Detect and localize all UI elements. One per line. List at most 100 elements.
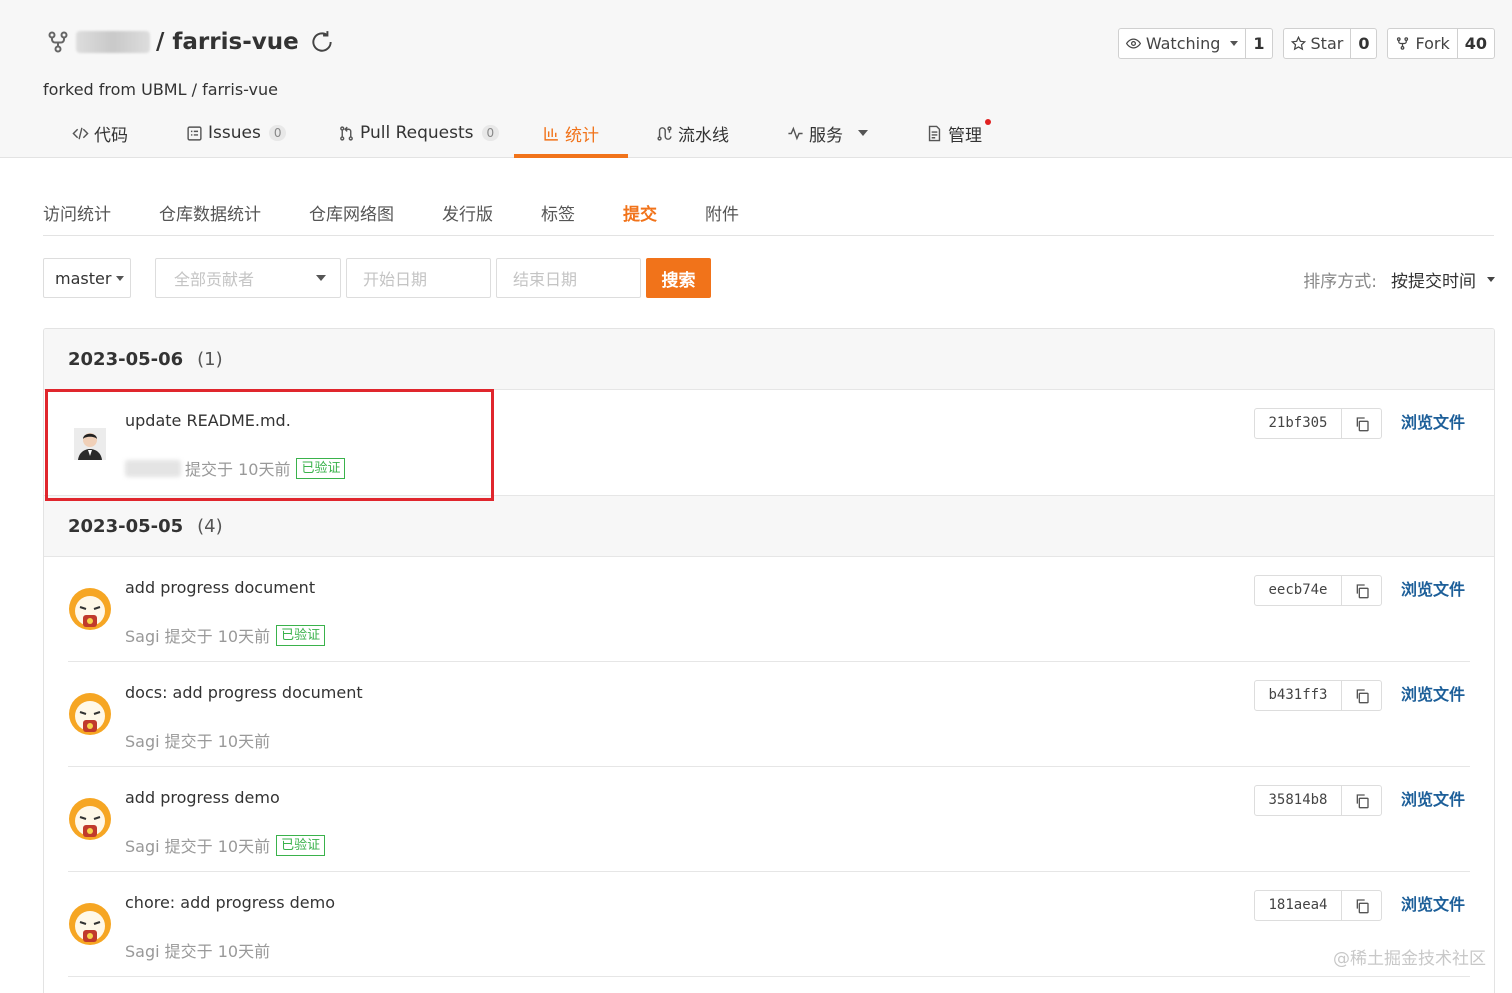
sha-box: 21bf305 <box>1254 408 1382 439</box>
star-count[interactable]: 0 <box>1350 29 1376 58</box>
search-button[interactable]: 搜索 <box>646 258 711 298</box>
watermark: @稀土掘金技术社区 <box>1333 949 1486 969</box>
chevron-down-icon <box>858 130 868 136</box>
browse-files-link[interactable]: 浏览文件 <box>1401 576 1465 600</box>
chevron-down-icon <box>316 275 326 281</box>
repo-title-line: / farris-vue <box>46 24 335 60</box>
tab-label: 流水线 <box>678 125 729 146</box>
repo-title[interactable]: / farris-vue <box>156 29 299 55</box>
tab-pull-requests[interactable]: Pull Requests 0 <box>338 108 500 158</box>
commit-message[interactable]: add progress demo <box>125 788 280 807</box>
commit-row: chore: add progress demo Sagi 提交于 10天前 1… <box>68 872 1470 977</box>
tab-code[interactable]: 代码 <box>72 108 128 158</box>
owner-name-blurred[interactable] <box>76 31 150 53</box>
pipeline-icon <box>657 125 672 141</box>
commit-message[interactable]: update README.md. <box>125 411 291 430</box>
commit-sha[interactable]: 181aea4 <box>1255 891 1342 920</box>
verified-badge: 已验证 <box>276 624 326 646</box>
commit-message[interactable]: docs: add progress document <box>125 683 363 702</box>
subtab-visits[interactable]: 访问统计 <box>43 200 111 225</box>
repo-nav-tabs: 代码 Issues 0 Pull Requests 0 统计 流水线 服务 管理 <box>0 108 1512 158</box>
commit-message[interactable]: chore: add progress demo <box>125 893 335 912</box>
group-date: 2023-05-06 <box>68 348 184 370</box>
copy-icon[interactable] <box>1342 793 1381 809</box>
copy-icon[interactable] <box>1342 416 1381 432</box>
pulse-icon <box>788 126 803 140</box>
user-avatar[interactable] <box>68 420 112 464</box>
user-avatar[interactable] <box>68 587 112 631</box>
verified-badge: 已验证 <box>276 834 326 856</box>
subtab-tags[interactable]: 标签 <box>541 200 575 225</box>
tab-stats[interactable]: 统计 <box>543 108 599 158</box>
tab-pipeline[interactable]: 流水线 <box>656 108 729 158</box>
user-avatar[interactable] <box>68 902 112 946</box>
tab-label: 服务 <box>809 125 843 146</box>
subtab-network[interactable]: 仓库网络图 <box>309 200 394 225</box>
sort-control[interactable]: 排序方式: 按提交时间 <box>1303 267 1495 292</box>
author-name-blurred[interactable] <box>125 459 181 477</box>
browse-files-link[interactable]: 浏览文件 <box>1401 891 1465 915</box>
issues-count-badge: 0 <box>268 125 287 141</box>
watch-button[interactable]: Watching 1 <box>1117 28 1273 59</box>
group-count: (4) <box>197 515 223 537</box>
commit-meta: 提交于 10天前 已验证 <box>125 456 346 480</box>
subtab-releases[interactable]: 发行版 <box>442 200 493 225</box>
tab-manage[interactable]: 管理 <box>926 108 982 158</box>
commit-author-time: Sagi 提交于 10天前 <box>125 942 271 961</box>
browse-files-link[interactable]: 浏览文件 <box>1401 409 1465 433</box>
code-icon <box>72 127 89 139</box>
commit-meta: Sagi 提交于 10天前 已验证 <box>125 623 326 647</box>
date-group-header: 2023-05-05 (4) <box>44 495 1494 557</box>
commit-row: add progress demo Sagi 提交于 10天前 已验证 35814… <box>68 767 1470 872</box>
fork-repo-icon <box>48 31 68 53</box>
eye-icon <box>1125 38 1141 49</box>
branch-select[interactable]: master <box>43 258 131 298</box>
pr-count-badge: 0 <box>481 125 500 141</box>
fork-count[interactable]: 40 <box>1456 29 1494 58</box>
sync-icon[interactable] <box>309 29 335 55</box>
commit-author-time: Sagi 提交于 10天前 <box>125 837 271 856</box>
subtab-attachments[interactable]: 附件 <box>705 200 739 225</box>
user-avatar[interactable] <box>68 692 112 736</box>
start-date-input[interactable]: 开始日期 <box>346 258 491 298</box>
watch-label: Watching <box>1145 34 1221 53</box>
forked-from-link[interactable]: forked from UBML / farris-vue <box>43 80 278 99</box>
browse-files-link[interactable]: 浏览文件 <box>1401 681 1465 705</box>
sha-box: eecb74e <box>1254 575 1382 606</box>
group-date: 2023-05-05 <box>68 515 184 537</box>
copy-icon[interactable] <box>1342 688 1381 704</box>
user-avatar[interactable] <box>68 797 112 841</box>
tab-services[interactable]: 服务 <box>787 108 868 158</box>
browse-files-link[interactable]: 浏览文件 <box>1401 786 1465 810</box>
copy-icon[interactable] <box>1342 898 1381 914</box>
fork-button[interactable]: Fork 40 <box>1387 28 1495 59</box>
copy-icon[interactable] <box>1342 583 1381 599</box>
star-icon <box>1290 36 1306 51</box>
chevron-down-icon <box>116 275 125 281</box>
tab-issues[interactable]: Issues 0 <box>186 108 287 158</box>
chevron-down-icon <box>1230 41 1239 46</box>
group-count: (1) <box>197 348 223 370</box>
sort-label: 排序方式: <box>1303 272 1377 292</box>
sha-box: 181aea4 <box>1254 890 1382 921</box>
tab-label: Issues <box>208 123 261 143</box>
watch-count[interactable]: 1 <box>1245 29 1271 58</box>
tab-label: 统计 <box>565 125 599 146</box>
active-tab-indicator <box>514 154 628 158</box>
stats-subtabs: 访问统计 仓库数据统计 仓库网络图 发行版 标签 提交 附件 <box>43 190 1494 236</box>
end-date-input[interactable]: 结束日期 <box>496 258 641 298</box>
contributors-select[interactable]: 全部贡献者 <box>155 258 341 298</box>
manage-icon <box>928 125 941 141</box>
start-date-placeholder: 开始日期 <box>363 270 428 289</box>
subtab-commits[interactable]: 提交 <box>623 200 657 225</box>
subtab-repo-data[interactable]: 仓库数据统计 <box>159 200 261 225</box>
commit-sha[interactable]: 35814b8 <box>1255 786 1342 815</box>
star-button[interactable]: Star 0 <box>1282 28 1378 59</box>
sha-box: b431ff3 <box>1254 680 1382 711</box>
commit-message[interactable]: add progress document <box>125 578 315 597</box>
commit-meta: Sagi 提交于 10天前 <box>125 938 270 962</box>
commit-sha[interactable]: 21bf305 <box>1255 409 1342 438</box>
commit-sha[interactable]: b431ff3 <box>1255 681 1342 710</box>
commit-sha[interactable]: eecb74e <box>1255 576 1342 605</box>
tab-label: Pull Requests <box>360 123 474 143</box>
